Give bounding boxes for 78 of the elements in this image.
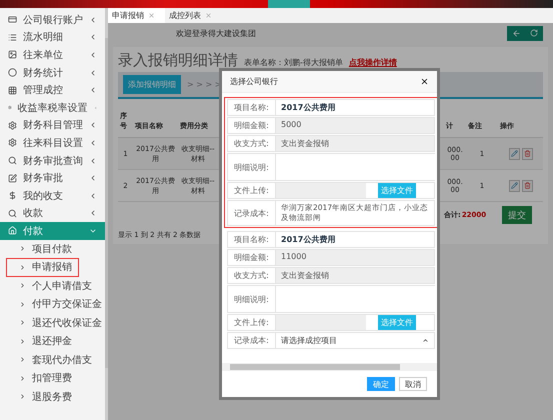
field-value: 5000: [276, 118, 434, 133]
dialog-title: 选择公司银行: [230, 76, 278, 87]
field-value: 11000: [276, 250, 434, 265]
back-button[interactable]: [507, 26, 525, 40]
submit-button[interactable]: 提交: [502, 206, 532, 224]
horizontal-scrollbar[interactable]: [222, 363, 437, 371]
card-icon: [8, 15, 17, 24]
gear-icon: [8, 138, 17, 148]
sidebar-item[interactable]: 财务审批: [0, 169, 105, 187]
chevron-icon: [19, 356, 26, 364]
grid-icon: [8, 86, 17, 95]
chevron-icon: [89, 209, 97, 218]
welcome-text: 欢迎登录得大建设集团: [176, 28, 257, 38]
sidebar-item[interactable]: 收款: [0, 204, 105, 222]
chevron-icon: [89, 156, 97, 165]
chevron-icon: [89, 68, 97, 77]
sidebar-item[interactable]: 收益率税率设置: [0, 98, 105, 117]
sidebar-item[interactable]: 付款: [0, 222, 105, 240]
sidebar-item[interactable]: 财务科目管理: [0, 116, 105, 134]
chevron-icon: [89, 33, 97, 42]
chevron-icon: [19, 319, 26, 326]
tab[interactable]: 成控列表: [165, 8, 222, 23]
chevron-icon: [19, 300, 26, 308]
chevron-icon: [89, 192, 97, 200]
delete-button[interactable]: [522, 148, 532, 160]
detail-link[interactable]: 点我操作详情: [348, 57, 397, 68]
chevron-icon: [19, 374, 26, 382]
chevron-icon: [89, 50, 97, 59]
gear-icon: [8, 103, 12, 112]
scrollbar[interactable]: [105, 38, 108, 368]
sidebar-item[interactable]: 财务统计: [0, 64, 105, 82]
edit-button[interactable]: [508, 148, 520, 160]
sidebar-subitem[interactable]: 退还押金: [6, 332, 79, 351]
delete-button[interactable]: [522, 180, 532, 192]
chevron-icon: [19, 338, 26, 345]
chevron-icon: [89, 16, 97, 24]
chevron-icon: [19, 282, 26, 290]
chevron-icon: [89, 121, 97, 130]
sidebar-item[interactable]: 我的收支: [0, 186, 105, 205]
sidebar-item[interactable]: 财务审批查询: [0, 152, 105, 170]
close-icon[interactable]: [420, 77, 429, 86]
sidebar-subitem[interactable]: 退股务费: [6, 388, 79, 406]
tab[interactable]: 申请报销: [108, 8, 165, 23]
sidebar-item[interactable]: 流水明细: [0, 28, 105, 46]
sidebar-item[interactable]: 管理成控: [0, 81, 105, 99]
dollar-icon: [8, 191, 17, 200]
list-icon: [8, 32, 17, 42]
back-arrow-icon: [512, 28, 520, 38]
chevron-icon: [89, 174, 97, 182]
field-value: 支出资金报销: [276, 268, 434, 283]
sidebar-item[interactable]: 往来科目设置: [0, 134, 105, 152]
page-title: 录入报销明细详情: [118, 51, 238, 70]
sidebar-item[interactable]: 公司银行账户: [0, 11, 105, 29]
sidebar-subitem[interactable]: 申请报销: [6, 258, 79, 277]
sidebar-subitem[interactable]: 扣管理费: [6, 369, 79, 388]
refresh-button[interactable]: [525, 26, 543, 40]
header-tab-highlight: [268, 0, 310, 8]
image-icon: [8, 50, 17, 60]
chevron-icon: [89, 138, 97, 147]
sidebar-subitem[interactable]: 个人申请借支: [6, 276, 99, 296]
chevron-icon: [89, 86, 97, 94]
search-icon: [8, 156, 17, 166]
home-icon: [8, 226, 17, 236]
cancel-button[interactable]: 取消: [399, 377, 427, 391]
circle-icon: [8, 68, 17, 78]
chevron-icon: [19, 264, 26, 271]
refresh-icon: [530, 29, 538, 37]
sidebar-subitem[interactable]: 套现代办借支: [6, 350, 99, 370]
sidebar-subitem[interactable]: 项目付款: [6, 240, 79, 258]
chevron-icon: [19, 245, 26, 252]
field-value: 支出资金报销: [276, 136, 434, 151]
gear-icon: [8, 120, 17, 130]
chevron-icon: [19, 393, 26, 400]
form-name: 表单名称：刘鹏-得大报销单: [244, 57, 343, 68]
edit-button[interactable]: [508, 180, 520, 192]
edit-icon: [8, 174, 17, 183]
search-icon: [8, 208, 17, 218]
sidebar-item[interactable]: 往来单位: [0, 46, 105, 64]
